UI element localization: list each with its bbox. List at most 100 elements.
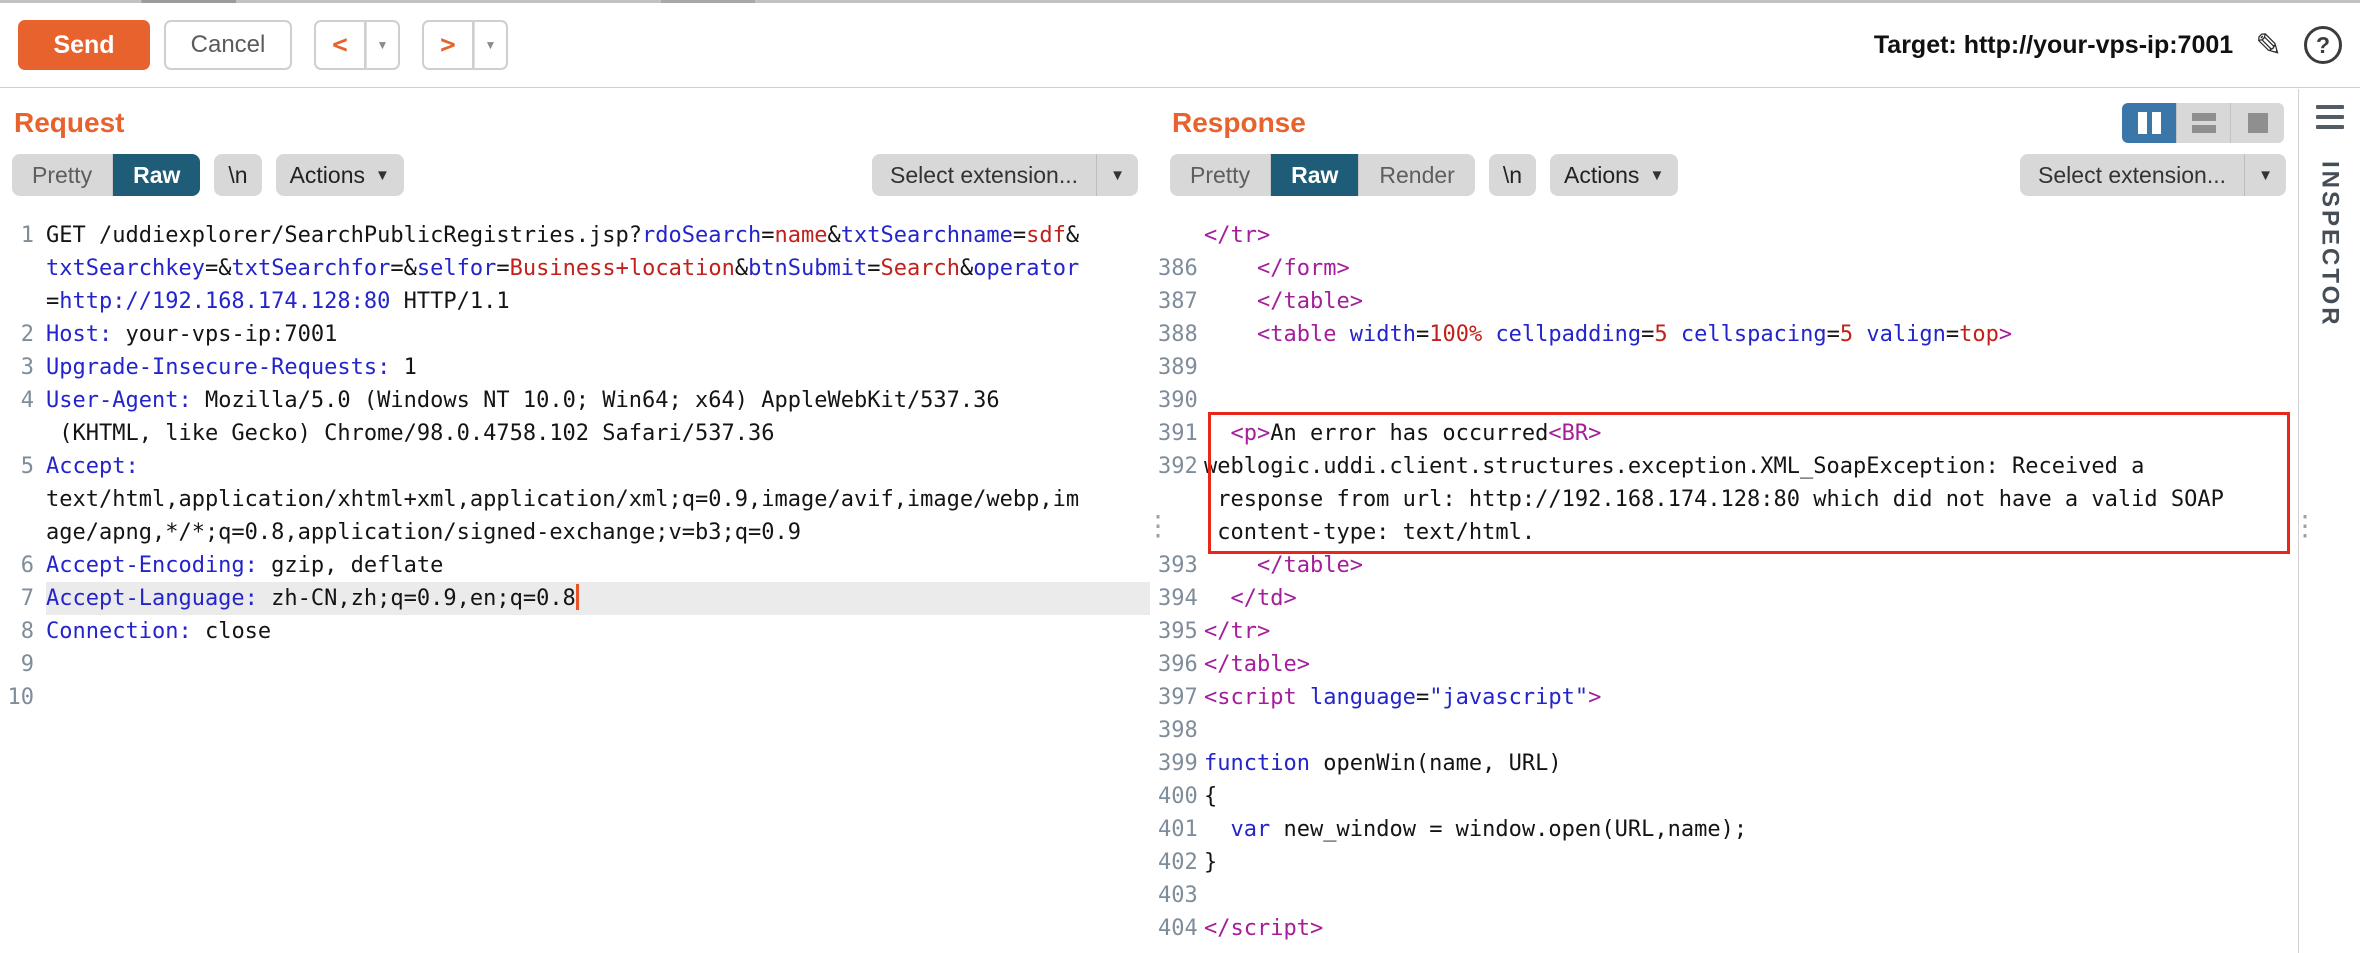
line-number: [0, 252, 46, 285]
code-row[interactable]: 388 <table width=100% cellpadding=5 cell…: [1158, 318, 2298, 351]
line-number: [0, 516, 46, 549]
line-number: 402: [1158, 846, 1204, 879]
code-row[interactable]: 1GET /uddiexplorer/SearchPublicRegistrie…: [0, 219, 1150, 252]
response-title: Response: [1172, 107, 1306, 139]
line-number: [1158, 516, 1204, 549]
request-title: Request: [14, 107, 124, 139]
code-row[interactable]: 390: [1158, 384, 2298, 417]
code-row[interactable]: 386 </form>: [1158, 252, 2298, 285]
message-panels: Request Pretty Raw \n Actions▼ Select ex…: [0, 89, 2298, 953]
tab-raw[interactable]: Raw: [112, 154, 200, 196]
select-extension-dropdown[interactable]: Select extension... ▼: [2020, 154, 2286, 196]
line-number: 404: [1158, 912, 1204, 945]
request-panel: Request Pretty Raw \n Actions▼ Select ex…: [0, 89, 1150, 953]
code-text: [1204, 351, 2298, 384]
code-row[interactable]: 392weblogic.uddi.client.structures.excep…: [1158, 450, 2298, 483]
back-button[interactable]: <: [314, 20, 366, 70]
forward-button[interactable]: >: [422, 20, 474, 70]
inspector-label[interactable]: INSPECTOR: [2316, 161, 2344, 328]
actions-label: Actions: [290, 162, 365, 189]
response-view-tabs: Pretty Raw Render: [1170, 154, 1475, 196]
code-row[interactable]: age/apng,*/*;q=0.8,application/signed-ex…: [0, 516, 1150, 549]
columns-view-icon[interactable]: [2122, 103, 2176, 143]
code-row[interactable]: 403: [1158, 879, 2298, 912]
forward-dropdown-button[interactable]: ▼: [474, 20, 508, 70]
code-text: weblogic.uddi.client.structures.exceptio…: [1204, 450, 2298, 483]
code-text: {: [1204, 780, 2298, 813]
history-back-group: < ▼: [314, 20, 400, 70]
code-row[interactable]: 402}: [1158, 846, 2298, 879]
code-row[interactable]: (KHTML, like Gecko) Chrome/98.0.4758.102…: [0, 417, 1150, 450]
code-row[interactable]: 397<script language="javascript">: [1158, 681, 2298, 714]
code-row[interactable]: 3Upgrade-Insecure-Requests: 1: [0, 351, 1150, 384]
code-text: Host: your-vps-ip:7001: [46, 318, 1150, 351]
code-row[interactable]: 396</table>: [1158, 648, 2298, 681]
request-editor[interactable]: 1GET /uddiexplorer/SearchPublicRegistrie…: [0, 219, 1150, 714]
code-row[interactable]: 387 </table>: [1158, 285, 2298, 318]
tab-raw[interactable]: Raw: [1270, 154, 1358, 196]
actions-menu-button[interactable]: Actions▼: [1550, 154, 1678, 196]
code-row[interactable]: 398: [1158, 714, 2298, 747]
tab-pretty[interactable]: Pretty: [1170, 154, 1270, 196]
panel-splitter[interactable]: ⋮: [1150, 89, 1158, 953]
code-row[interactable]: 8Connection: close: [0, 615, 1150, 648]
response-editor[interactable]: </tr>386 </form>387 </table>388 <table w…: [1158, 219, 2298, 945]
line-number: 398: [1158, 714, 1204, 747]
code-row[interactable]: 404</script>: [1158, 912, 2298, 945]
line-number: 1: [0, 219, 46, 252]
vertical-dots-icon[interactable]: ⋮: [2291, 509, 2319, 542]
code-text: [46, 648, 1150, 681]
rows-view-icon[interactable]: [2176, 103, 2230, 143]
line-number: [1158, 219, 1204, 252]
code-row[interactable]: 10: [0, 681, 1150, 714]
toolbar-right-group: Target: http://your-vps-ip:7001 ✎ ?: [1874, 26, 2342, 64]
code-row[interactable]: content-type: text/html.: [1158, 516, 2298, 549]
line-number: 10: [0, 681, 46, 714]
code-text: [46, 681, 1150, 714]
tab-render[interactable]: Render: [1358, 154, 1474, 196]
code-row[interactable]: </tr>: [1158, 219, 2298, 252]
code-row[interactable]: text/html,application/xhtml+xml,applicat…: [0, 483, 1150, 516]
code-text: txtSearchkey=&txtSearchfor=&selfor=Busin…: [46, 252, 1150, 285]
line-number: 388: [1158, 318, 1204, 351]
cancel-button[interactable]: Cancel: [164, 20, 292, 70]
code-row[interactable]: 391 <p>An error has occurred<BR>: [1158, 417, 2298, 450]
code-row[interactable]: response from url: http://192.168.174.12…: [1158, 483, 2298, 516]
newline-toggle[interactable]: \n: [214, 154, 261, 196]
code-row[interactable]: 400{: [1158, 780, 2298, 813]
menu-icon[interactable]: [2316, 105, 2344, 129]
newline-toggle[interactable]: \n: [1489, 154, 1536, 196]
code-row[interactable]: txtSearchkey=&txtSearchfor=&selfor=Busin…: [0, 252, 1150, 285]
tab-pretty[interactable]: Pretty: [12, 154, 112, 196]
line-number: 8: [0, 615, 46, 648]
code-row[interactable]: 399function openWin(name, URL): [1158, 747, 2298, 780]
code-row[interactable]: 7Accept-Language: zh-CN,zh;q=0.9,en;q=0.…: [0, 582, 1150, 615]
actions-menu-button[interactable]: Actions▼: [276, 154, 404, 196]
line-number: [1158, 483, 1204, 516]
send-button[interactable]: Send: [18, 20, 150, 70]
code-row[interactable]: 401 var new_window = window.open(URL,nam…: [1158, 813, 2298, 846]
code-row[interactable]: 393 </table>: [1158, 549, 2298, 582]
code-text: <table width=100% cellpadding=5 cellspac…: [1204, 318, 2298, 351]
code-row[interactable]: =http://192.168.174.128:80 HTTP/1.1: [0, 285, 1150, 318]
code-row[interactable]: 6Accept-Encoding: gzip, deflate: [0, 549, 1150, 582]
line-number: [0, 483, 46, 516]
code-row[interactable]: 2Host: your-vps-ip:7001: [0, 318, 1150, 351]
help-icon[interactable]: ?: [2304, 26, 2342, 64]
select-extension-dropdown[interactable]: Select extension... ▼: [872, 154, 1138, 196]
pencil-icon[interactable]: ✎: [2255, 29, 2282, 61]
code-row[interactable]: 5Accept:: [0, 450, 1150, 483]
code-row[interactable]: 395</tr>: [1158, 615, 2298, 648]
line-number: 396: [1158, 648, 1204, 681]
code-row[interactable]: 389: [1158, 351, 2298, 384]
single-view-icon[interactable]: [2230, 103, 2284, 143]
code-row[interactable]: 4User-Agent: Mozilla/5.0 (Windows NT 10.…: [0, 384, 1150, 417]
line-number: 4: [0, 384, 46, 417]
code-row[interactable]: 394 </td>: [1158, 582, 2298, 615]
line-number: 7: [0, 582, 46, 615]
target-url: http://your-vps-ip:7001: [1964, 31, 2233, 59]
back-dropdown-button[interactable]: ▼: [366, 20, 400, 70]
code-text: </table>: [1204, 549, 2298, 582]
code-row[interactable]: 9: [0, 648, 1150, 681]
line-number: 386: [1158, 252, 1204, 285]
